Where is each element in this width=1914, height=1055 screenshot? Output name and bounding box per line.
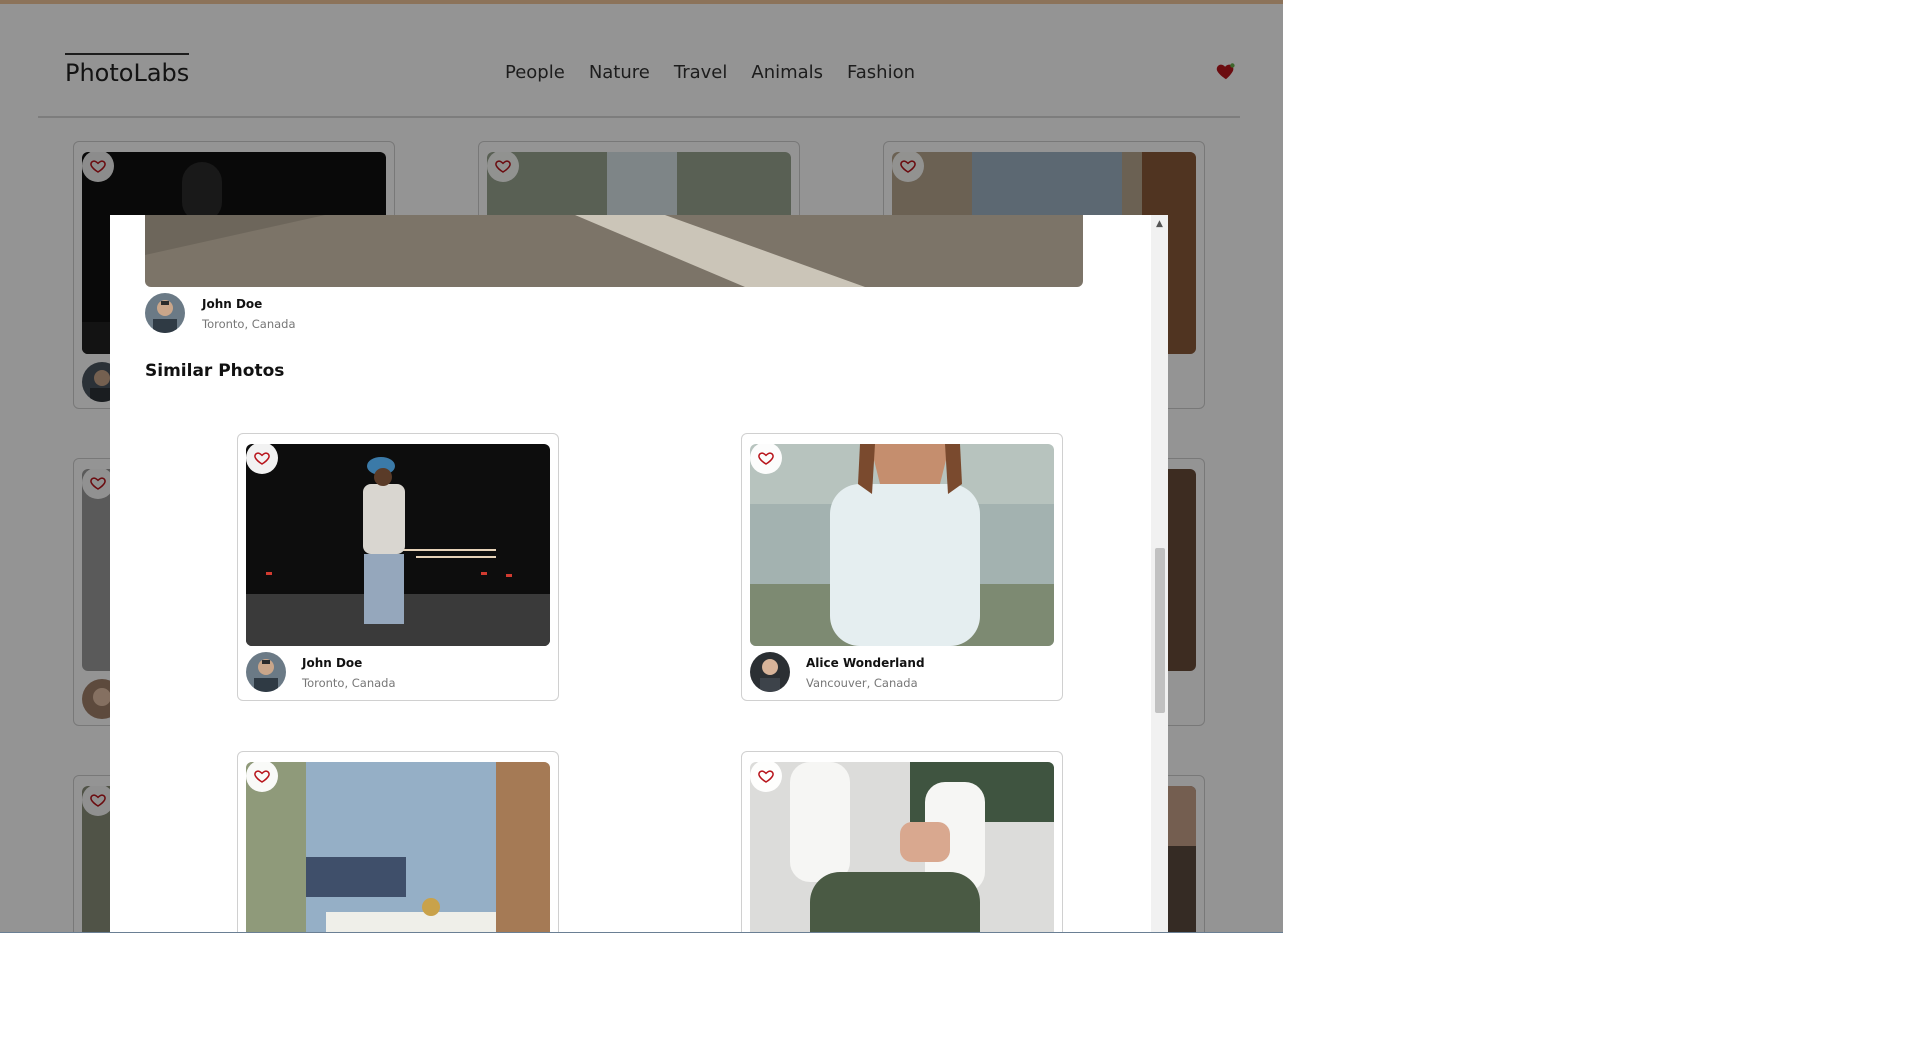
scroll-up-arrow-icon[interactable]: ▲ [1151,217,1168,231]
app-viewport: PhotoLabs People Nature Travel Animals F… [0,0,1283,933]
photo-details-modal: John Doe Toronto, Canada Similar Photos [110,215,1168,933]
photographer-location: Toronto, Canada [202,317,296,331]
heart-icon[interactable] [750,760,782,792]
avatar [145,293,185,333]
heart-icon[interactable] [246,760,278,792]
viewport-bottom-edge [0,932,1283,933]
heart-icon[interactable] [246,442,278,474]
photo-image[interactable] [750,762,1054,933]
avatar [246,652,286,692]
similar-photos-heading: Similar Photos [145,361,285,381]
scrollbar-thumb[interactable] [1155,548,1165,713]
photo-image[interactable] [750,444,1054,646]
similar-photo-card[interactable] [741,751,1063,933]
photographer-location: Vancouver, Canada [806,676,918,690]
photographer-name: Alice Wonderland [806,656,925,670]
photo-image[interactable] [246,762,550,933]
heart-icon[interactable] [750,442,782,474]
modal-scrollbar[interactable]: ▲ [1151,215,1168,933]
selected-photo [145,215,1083,287]
photo-image[interactable] [246,444,550,646]
photographer-location: Toronto, Canada [302,676,396,690]
avatar [750,652,790,692]
similar-photo-card[interactable] [237,751,559,933]
photographer-name: John Doe [302,656,363,670]
photographer-name: John Doe [202,297,263,311]
similar-photo-card[interactable]: John Doe Toronto, Canada [237,433,559,701]
similar-photo-card[interactable]: Alice Wonderland Vancouver, Canada [741,433,1063,701]
